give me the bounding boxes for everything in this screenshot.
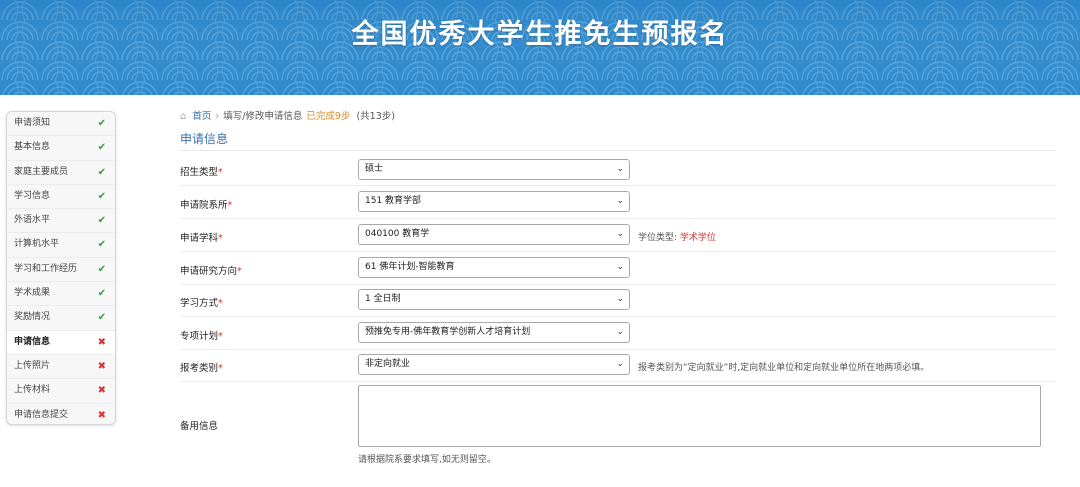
remarks-label: 备用信息 bbox=[180, 421, 219, 432]
row-admission-type: 招生类型* 硕士 ⌄ bbox=[180, 154, 1056, 186]
sidebar-item[interactable]: 申请须知 ✔ bbox=[7, 112, 115, 137]
special-plan-label: 专项计划* bbox=[180, 331, 223, 342]
check-icon: ✔ bbox=[97, 239, 106, 251]
row-exam-category: 报考类别* 非定向就业 ⌄ 报考类别为“定向就业”时,定向就业单位和定向就业单位所… bbox=[180, 350, 1056, 382]
breadcrumb-current: 填写/修改申请信息 bbox=[223, 111, 303, 122]
check-icon: ✔ bbox=[97, 190, 106, 202]
check-icon: ✔ bbox=[97, 215, 106, 227]
exam-category-label: 报考类别* bbox=[180, 363, 223, 374]
sidebar-item[interactable]: 计算机水平 ✔ bbox=[7, 233, 115, 258]
cross-icon: ✖ bbox=[97, 385, 106, 397]
sidebar-item-label: 上传照片 bbox=[14, 360, 51, 371]
degree-type-info: 学位类型: 学术学位 bbox=[638, 233, 716, 243]
row-subject: 申请学科* 040100 教育学 ⌄ 学位类型: 学术学位 bbox=[180, 219, 1056, 252]
sidebar-item[interactable]: 申请信息 ✖ bbox=[7, 330, 115, 355]
step-sidebar: 申请须知 ✔ 基本信息 ✔ 家庭主要成员 ✔ 学习信息 ✔ 外语水平 ✔ 计算机水平 ✔ 学习和工作经历… bbox=[6, 111, 116, 425]
check-icon: ✔ bbox=[97, 118, 106, 129]
check-icon: ✔ bbox=[97, 312, 106, 324]
research-direction-select[interactable]: 61 佛年计划-智能教育 ⌄ bbox=[358, 257, 630, 278]
sidebar-item[interactable]: 上传材料 ✖ bbox=[7, 379, 115, 404]
breadcrumb: ⌂ 首页 › 填写/修改申请信息 已完成9步 (共13步) bbox=[180, 108, 395, 122]
sidebar-item[interactable]: 外语水平 ✔ bbox=[7, 209, 115, 234]
chevron-down-icon: ⌄ bbox=[616, 164, 624, 174]
sidebar-item-label: 家庭主要成员 bbox=[14, 166, 69, 177]
chevron-down-icon: ⌄ bbox=[616, 327, 624, 337]
department-select[interactable]: 151 教育学部 ⌄ bbox=[358, 191, 630, 212]
row-special-plan: 专项计划* 预推免专用-佛年教育学创新人才培育计划 ⌄ bbox=[180, 317, 1056, 350]
section-divider bbox=[180, 150, 1056, 151]
admission-type-label: 招生类型* bbox=[180, 167, 223, 178]
sidebar-item[interactable]: 学习和工作经历 ✔ bbox=[7, 257, 115, 283]
sidebar-item-label: 学术成果 bbox=[14, 288, 51, 299]
row-study-mode: 学习方式* 1 全日制 ⌄ bbox=[180, 285, 1056, 317]
sidebar-item-label: 学习信息 bbox=[14, 190, 51, 201]
remarks-textarea[interactable] bbox=[358, 385, 1041, 447]
sidebar-item[interactable]: 基本信息 ✔ bbox=[7, 136, 115, 161]
sidebar-item-label: 学习和工作经历 bbox=[14, 263, 78, 274]
sidebar-item-label: 外语水平 bbox=[14, 215, 51, 226]
research-direction-label: 申请研究方向* bbox=[180, 266, 242, 277]
progress-text: 已完成9步 bbox=[306, 111, 351, 122]
cross-icon: ✖ bbox=[97, 360, 106, 372]
sidebar-item-label: 奖励情况 bbox=[14, 312, 51, 323]
section-title: 申请信息 bbox=[180, 132, 229, 146]
header-banner: 全国优秀大学生推免生预报名 bbox=[0, 0, 1080, 95]
exam-category-select[interactable]: 非定向就业 ⌄ bbox=[358, 354, 630, 375]
sidebar-item-label: 上传材料 bbox=[14, 385, 51, 396]
sidebar-item[interactable]: 学习信息 ✔ bbox=[7, 184, 115, 210]
sidebar-item-label: 基本信息 bbox=[14, 142, 51, 153]
study-mode-label: 学习方式* bbox=[180, 298, 223, 309]
row-department: 申请院系所* 151 教育学部 ⌄ bbox=[180, 186, 1056, 219]
breadcrumb-separator: › bbox=[215, 111, 220, 122]
sidebar-item[interactable]: 家庭主要成员 ✔ bbox=[7, 160, 115, 185]
chevron-down-icon: ⌄ bbox=[616, 196, 624, 206]
check-icon: ✔ bbox=[97, 288, 106, 300]
sidebar-item[interactable]: 申请信息提交 ✖ bbox=[7, 403, 115, 424]
subject-select[interactable]: 040100 教育学 ⌄ bbox=[358, 224, 630, 245]
breadcrumb-home-link[interactable]: 首页 bbox=[192, 111, 211, 122]
cross-icon: ✖ bbox=[97, 409, 106, 421]
row-research-direction: 申请研究方向* 61 佛年计划-智能教育 ⌄ bbox=[180, 252, 1056, 285]
sidebar-item[interactable]: 奖励情况 ✔ bbox=[7, 306, 115, 331]
study-mode-select[interactable]: 1 全日制 ⌄ bbox=[358, 289, 630, 310]
check-icon: ✔ bbox=[97, 142, 106, 154]
sidebar-item-label: 申请信息提交 bbox=[14, 409, 69, 420]
department-label: 申请院系所* bbox=[180, 200, 233, 211]
home-icon: ⌂ bbox=[180, 111, 187, 122]
chevron-down-icon: ⌄ bbox=[616, 294, 624, 304]
chevron-down-icon: ⌄ bbox=[616, 359, 624, 369]
chevron-down-icon: ⌄ bbox=[616, 262, 624, 272]
degree-type-value: 学术学位 bbox=[679, 233, 716, 243]
page-title: 全国优秀大学生推免生预报名 bbox=[351, 19, 729, 50]
check-icon: ✔ bbox=[97, 263, 106, 275]
sidebar-item[interactable]: 上传照片 ✖ bbox=[7, 354, 115, 380]
cross-icon: ✖ bbox=[97, 336, 106, 348]
chevron-down-icon: ⌄ bbox=[616, 229, 624, 239]
sidebar-item-label: 计算机水平 bbox=[14, 239, 60, 250]
special-plan-select[interactable]: 预推免专用-佛年教育学创新人才培育计划 ⌄ bbox=[358, 322, 630, 343]
admission-type-select[interactable]: 硕士 ⌄ bbox=[358, 159, 630, 180]
remarks-note: 请根据院系要求填写,如无则留空。 bbox=[358, 455, 496, 465]
check-icon: ✔ bbox=[97, 166, 106, 178]
subject-label: 申请学科* bbox=[180, 233, 223, 244]
sidebar-item[interactable]: 学术成果 ✔ bbox=[7, 282, 115, 307]
sidebar-item-label: 申请信息 bbox=[14, 336, 51, 347]
progress-total: (共13步) bbox=[356, 111, 395, 122]
sidebar-item-label: 申请须知 bbox=[14, 118, 51, 128]
exam-category-hint: 报考类别为“定向就业”时,定向就业单位和定向就业单位所在地两项必填。 bbox=[638, 363, 930, 373]
